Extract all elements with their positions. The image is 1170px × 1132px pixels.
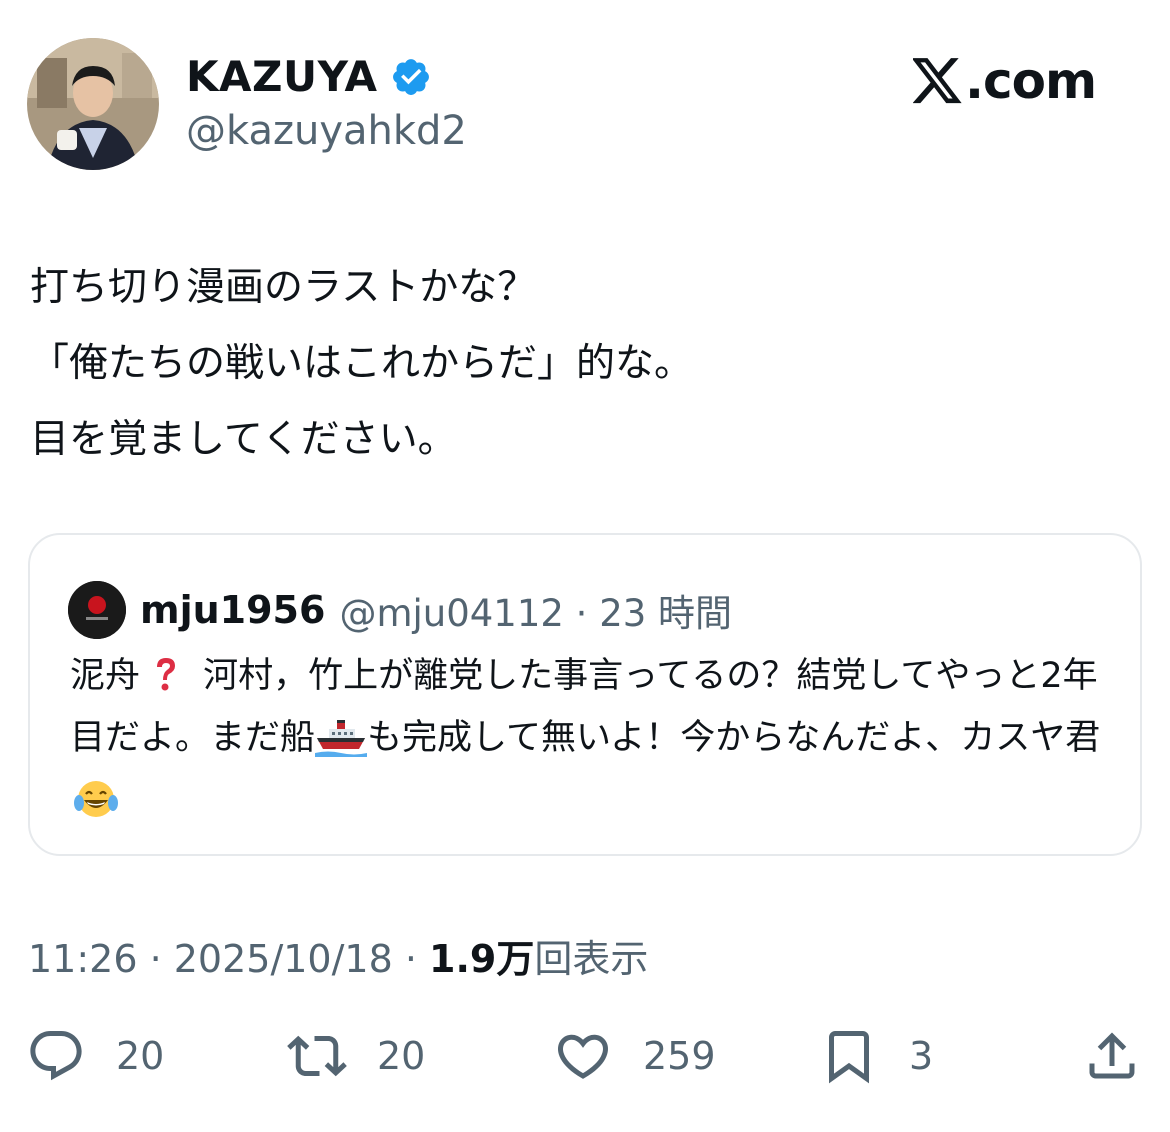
quoted-author-name[interactable]: mju1956 [140, 588, 325, 632]
tweet-text: 打ち切り漫画のラストかな？ 「俺たちの戦いはこれからだ」的な。 目を覚ましてくだ… [30, 265, 694, 462]
heart-icon [557, 1034, 609, 1079]
author-display-name[interactable]: KAZUYA [186, 52, 378, 101]
quoted-tweet-header: mju1956 @mju04112 · 23 時間 [68, 581, 732, 639]
share-icon [1089, 1032, 1135, 1079]
x-logo-icon [913, 58, 962, 104]
quote-text-part3: も完成して無いよ！今からなんだよ、カスヤ君 [367, 718, 1101, 758]
author-name-row: KAZUYA [186, 52, 432, 101]
red-question-mark-icon [157, 658, 176, 691]
reply-icon [30, 1031, 82, 1081]
quoted-tweet-text: 泥舟 河村，竹上が離党した事言ってるの？結党してやっと2年目だよ。まだ船 も完成し… [70, 645, 1120, 831]
like-count: 259 [643, 1034, 716, 1078]
views-count: 1.9万 [429, 937, 535, 981]
bookmark-button[interactable]: 3 [819, 1026, 933, 1086]
author-handle[interactable]: @kazuyahkd2 [186, 108, 467, 154]
quoted-tweet-card[interactable]: mju1956 @mju04112 · 23 時間 泥舟 河村，竹上が離党した事… [28, 533, 1142, 856]
views-label: 回表示 [534, 937, 649, 981]
tears-of-joy-icon [74, 781, 118, 817]
bookmark-icon [829, 1031, 869, 1084]
repost-count: 20 [377, 1034, 426, 1078]
verified-badge-icon [392, 58, 429, 95]
quoted-author-avatar[interactable] [68, 581, 126, 639]
domain-suffix: .com [965, 52, 1097, 110]
x-logo: .com [913, 52, 1097, 110]
reply-button[interactable]: 20 [26, 1026, 164, 1086]
like-button[interactable]: 259 [553, 1026, 716, 1086]
repost-button[interactable]: 20 [287, 1026, 425, 1086]
tweet-timestamp-row: 11:26 · 2025/10/18 · 1.9万回表示 [28, 928, 648, 983]
bookmark-count: 3 [909, 1034, 934, 1078]
share-button[interactable] [1082, 1026, 1142, 1086]
quoted-author-meta: @mju04112 · 23 時間 [339, 592, 733, 635]
reply-count: 20 [116, 1034, 165, 1078]
repost-icon [287, 1035, 347, 1077]
quote-text-part1: 泥舟 [70, 656, 141, 696]
author-avatar[interactable] [27, 38, 159, 170]
ship-icon [315, 720, 368, 757]
tweet-timestamp[interactable]: 11:26 · 2025/10/18 · [28, 937, 429, 981]
